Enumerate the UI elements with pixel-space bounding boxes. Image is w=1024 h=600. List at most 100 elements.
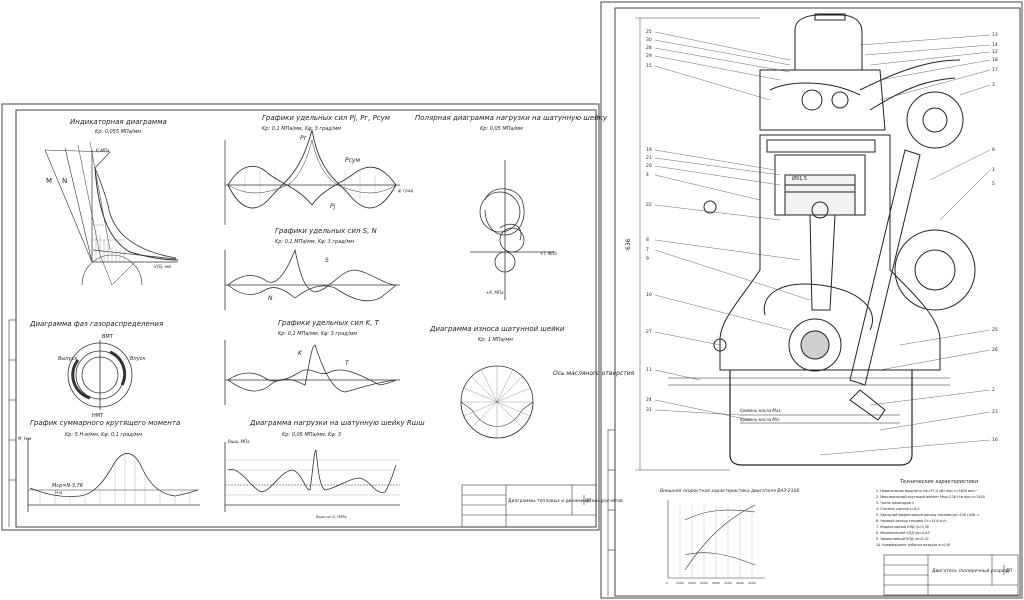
rsh-axis-label: Rшш, МПа (228, 439, 250, 444)
drawing-sheets: Индикаторная диаграмма Kp: 0,055 МПа/мм … (1, 1, 1023, 599)
rsh-title: Диаграмма нагрузки на шатунную шейку Rшш (249, 419, 425, 427)
forces-pg-label: Pг (300, 135, 308, 142)
spec-line: 9. Эффективный КПД ηе=0,32 (876, 537, 929, 541)
spec-line: 5. Удельный эффективный расход топлива g… (876, 513, 979, 517)
callout-number: 9 (646, 256, 649, 262)
callout-number: 26 (992, 347, 998, 353)
valve-intake-label: Впуск (130, 356, 145, 362)
indicator-m-label: M (46, 177, 52, 185)
callout-number: 29 (646, 53, 652, 59)
callout-number: 21 (646, 155, 652, 161)
forces-pj-title: Графики удельных сил Pj, Pг, Pсум (262, 114, 391, 122)
speed-tick-1: 1500 (676, 581, 684, 585)
forces-k-label: K (298, 350, 303, 357)
forces-kt-chart: Графики удельных сил K, T Kp: 0,1 МПа/мм… (224, 319, 400, 405)
forces-s-label: S (325, 257, 329, 264)
torque-nm-label: Н·м (55, 490, 62, 495)
speed-tick-5: 3500 (724, 581, 732, 585)
polar-t-axis: +T, МПа (540, 251, 557, 256)
rsh-chart: Диаграмма нагрузки на шатунную шейку Rшш… (224, 419, 425, 519)
polar-scale: Kp: 0,05 МПа/мм (480, 126, 523, 132)
engine-cross-section (668, 13, 976, 466)
callout-number: 16 (992, 437, 998, 443)
callout-number: 2 (992, 387, 995, 393)
callout-number: 19 (646, 147, 652, 153)
callout-number: 23 (992, 409, 998, 415)
speed-graph-title: Внешняя скоростная характеристика двигат… (660, 488, 800, 494)
torque-chart: График суммарного крутящего момента Kp: … (18, 419, 200, 512)
speed-tick-0: 0 (666, 581, 668, 585)
rsh-scale: Kp: 0,05 МПа/мм, Kφ: 3 (282, 432, 341, 438)
oil-level-max: Уровень масла Max (740, 408, 781, 413)
forces-sn-scale: Kp: 0,1 МПа/мм, Kφ: 3 град/мм (275, 239, 354, 245)
forces-n-label: N (268, 295, 273, 302)
height-dimension-value: 636 (625, 238, 632, 250)
callout-number: 20 (646, 163, 652, 169)
torque-axis-label: M, Н·м (18, 436, 31, 441)
wear-diagram: Диаграмма износа шатунной шейки Kp: 1 МП… (429, 325, 635, 439)
speed-tick-6: 4000 (736, 581, 744, 585)
oil-level-min: Уровень масла Min (740, 417, 780, 422)
right-stamp-sheet: ДП (1006, 568, 1012, 573)
torque-scale: Kp: 5 Н·м/мм, Kφ: 0,1 град/мм (65, 432, 142, 438)
forces-sn-title: Графики удельных сил S, N (275, 227, 378, 235)
forces-psum-label: Pсум (345, 157, 360, 164)
speed-tick-7: 4500 (748, 581, 756, 585)
valve-timing-title: Диаграмма фаз газораспределения (29, 320, 163, 328)
wear-oil-hole-label: Ось масляного отверстия (553, 370, 635, 377)
spec-line: 8. Механический КПД ηм=0,83 (876, 531, 930, 535)
oil-hole-text: Ось масляного отверстия (553, 370, 635, 377)
forces-kt-title: Графики удельных сил K, T (278, 319, 380, 327)
callout-number: 24 (646, 397, 652, 403)
torque-mcr-label: Mср=N·3,76 (52, 483, 83, 489)
technical-specs: Технические характеристики 1. Номинальна… (876, 479, 985, 547)
speed-tick-3: 2500 (700, 581, 708, 585)
forces-kt-scale: Kp: 0,1 МПа/мм, Kφ: 3 град/мм (278, 331, 357, 337)
forces-t-label: T (345, 360, 350, 367)
right-title-block: Двигатель (поперечный разрез) ДП (883, 554, 1019, 596)
callout-number: 5 (992, 181, 995, 187)
specs-title: Технические характеристики (900, 479, 979, 485)
spec-line: 10. Коэффициент избытка воздуха α=0,95 (876, 543, 951, 547)
left-stamp-title: Диаграммы тепловых и динамических расчет… (508, 498, 623, 504)
valve-exhaust-label: Выпуск (58, 356, 77, 362)
callout-number: 7 (646, 247, 649, 253)
spec-line: 4. Степень сжатия ε=8,5 (876, 507, 919, 511)
indicator-p-axis: P, МПа (96, 148, 110, 153)
callout-number: 13 (992, 32, 998, 38)
rsh-mean-label: Rшш.ср=2,7МПа (316, 515, 346, 519)
callout-number: 18 (992, 57, 998, 63)
spec-line: 2. Максимальный крутящий момент Мкр=116 … (876, 495, 985, 499)
callout-number: 25 (646, 29, 652, 35)
forces-pj-scale: Kp: 0,1 МПа/мм, Kφ: 3 град/мм (262, 126, 341, 132)
callout-numbers-left: 25 30 28 29 15 19 21 20 4 22 8 7 9 10 27… (646, 29, 652, 413)
indicator-title: Индикаторная диаграмма (70, 118, 167, 126)
forces-pj-chart: Графики удельных сил Pj, Pг, Pсум Kp: 0,… (224, 114, 413, 225)
spec-line: 7. Индикаторный КПД ηi=0,38 (876, 525, 929, 529)
polar-diagram: Полярная диаграмма нагрузки на шатунную … (415, 114, 608, 300)
callout-number: 30 (646, 37, 652, 43)
callout-number: 4 (646, 172, 649, 178)
wear-scale: Kp: 1 МПа/мм (478, 337, 513, 343)
valve-vmt-label: ВМТ (102, 334, 114, 340)
callout-numbers-right: 13 14 12 18 17 3 6 1 5 25 26 2 23 16 (992, 32, 998, 443)
left-stamp-sheet: ДП (585, 498, 591, 503)
callout-number: 10 (646, 292, 652, 298)
spec-line: 1. Номинальная мощность Nе=57,4 кВт при … (876, 489, 978, 493)
callout-number: 12 (992, 49, 998, 55)
callout-number: 1 (992, 167, 995, 173)
valve-timing-diagram: Диаграмма фаз газораспределения ВМТ НМТ … (29, 320, 163, 419)
indicator-scale: Kp: 0,055 МПа/мм (95, 129, 141, 135)
speed-tick-2: 2000 (688, 581, 696, 585)
callout-number: 6 (992, 147, 995, 153)
spec-line: 6. Часовой расход топлива Gт=14,6 кг/ч (876, 519, 946, 523)
callout-number: 8 (646, 237, 649, 243)
forces-pj-label: Pj (330, 203, 336, 210)
callout-number: 22 (646, 202, 652, 208)
polar-k-axis: +K, МПа (486, 290, 504, 295)
bore-dimension-value: Ø91,5 (792, 175, 807, 182)
speed-characteristic-graph: Внешняя скоростная характеристика двигат… (660, 488, 800, 585)
forces-pj-phi: φ, град (398, 188, 413, 193)
wear-title: Диаграмма износа шатунной шейки (429, 325, 565, 333)
polar-title: Полярная диаграмма нагрузки на шатунную … (415, 114, 608, 122)
